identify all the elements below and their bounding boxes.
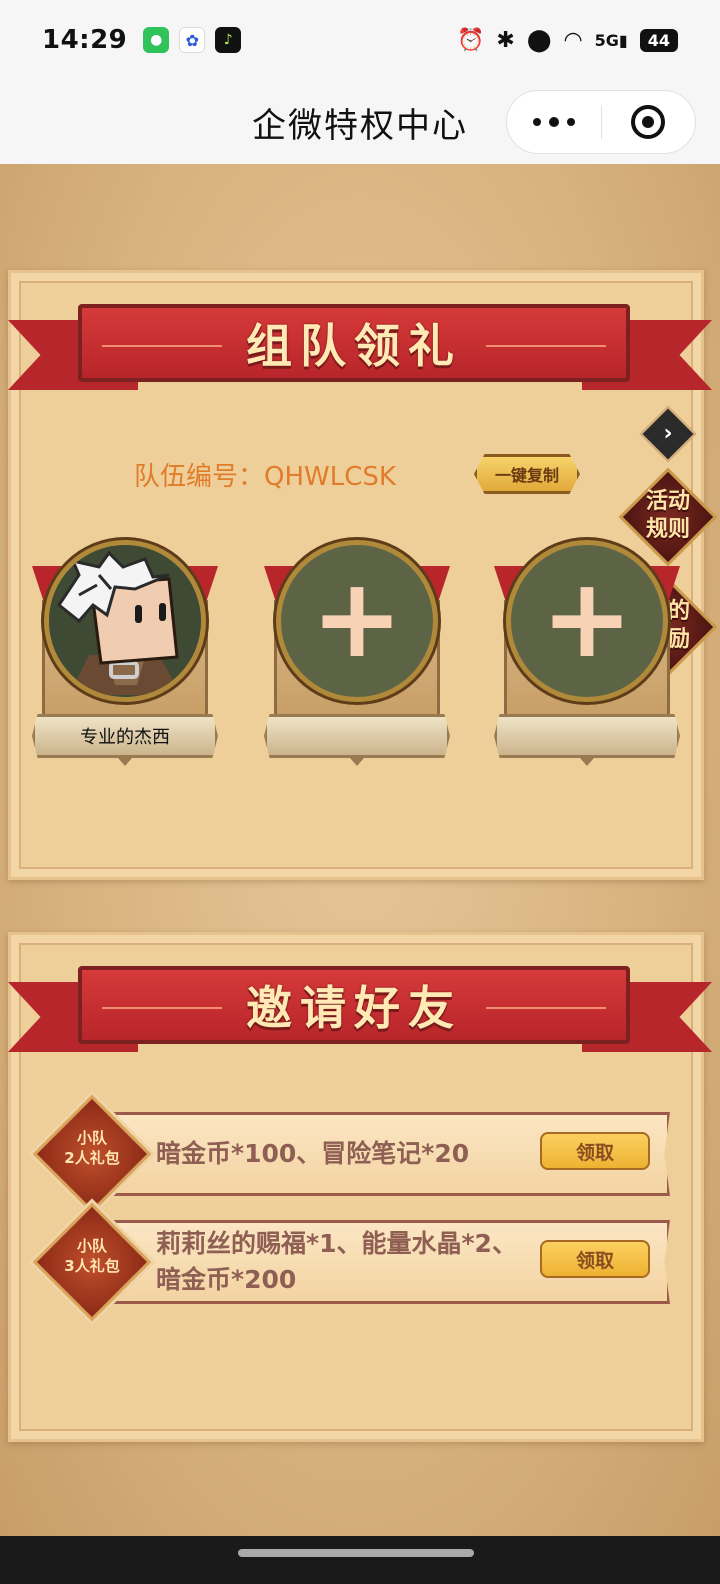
badge-text: 小队 3人礼包 <box>44 1236 140 1276</box>
close-button[interactable] <box>602 91 696 153</box>
music-icon: ♪ <box>215 27 242 53</box>
reward-row: 小队 2人礼包 暗金币*100、冒险笔记*20 领取 <box>32 1094 670 1214</box>
plate-tip <box>118 758 132 766</box>
dot-icon <box>532 118 541 126</box>
dot-icon <box>566 118 575 126</box>
reward-desc-line2: 暗金币*200 <box>156 1265 297 1294</box>
notification-icons: ● ✿ ♪ <box>143 27 242 53</box>
battery-icon: 44 <box>639 28 678 52</box>
activity-rules-label: 活动 规则 <box>625 488 711 544</box>
rules-line1: 活动 <box>645 489 690 514</box>
ribbon-ornament <box>486 345 606 347</box>
mini-program-nav: 企微特权中心 <box>0 80 720 164</box>
copy-team-id-button[interactable]: 一键复制 <box>474 454 580 494</box>
badge-line2: 3人礼包 <box>64 1257 120 1275</box>
badge-line2: 2人礼包 <box>64 1149 120 1167</box>
baidu-icon: ✿ <box>179 27 206 53</box>
system-icons: ⏰ ✱ ⬤ ◠ 5G▮ 44 <box>457 28 678 53</box>
target-close-icon <box>631 105 666 139</box>
reward-desc-line1: 莉莉丝的赐福*1、能量水晶*2、 <box>156 1229 517 1258</box>
badge-line1: 小队 <box>76 1237 107 1255</box>
team-section-title: 组队领礼 <box>246 319 462 373</box>
member-name-plate: 专业的杰西 <box>32 714 218 758</box>
claim-button[interactable]: 领取 <box>540 1132 650 1170</box>
avatar <box>44 540 206 702</box>
plus-icon: + <box>310 554 404 682</box>
wifi-icon: ◠ <box>563 27 583 53</box>
badge-line1: 小队 <box>76 1129 107 1147</box>
add-member-button[interactable]: + <box>276 540 438 702</box>
chevron-right-icon: › <box>663 421 673 446</box>
member-name: 专业的杰西 <box>80 727 170 748</box>
character-avatar-icon <box>49 545 201 697</box>
invite-section-title: 邀请好友 <box>246 981 462 1035</box>
signal-icon: 5G▮ <box>594 30 628 50</box>
add-member-button[interactable]: + <box>506 540 668 702</box>
ribbon-ornament <box>102 1007 222 1009</box>
team-id-label: 队伍编号：QHWLCSK <box>134 462 396 492</box>
more-button[interactable] <box>507 91 601 153</box>
reward-row: 小队 3人礼包 莉莉丝的赐福*1、能量水晶*2、 暗金币*200 领取 <box>32 1202 670 1322</box>
home-indicator[interactable] <box>238 1549 474 1557</box>
invite-member-slot[interactable]: + <box>492 540 682 770</box>
invite-ribbon: 邀请好友 <box>0 966 720 1066</box>
network-type: 5G <box>594 30 619 50</box>
plate-tip <box>580 758 594 766</box>
ribbon-ornament <box>486 1007 606 1009</box>
bluetooth-icon: ✱ <box>496 27 515 53</box>
clock: 14:29 <box>42 25 128 55</box>
capsule-menu <box>506 90 696 154</box>
member-name-plate <box>264 714 450 758</box>
ribbon-band: 邀请好友 <box>78 966 630 1044</box>
alarm-icon: ⏰ <box>456 27 485 53</box>
plus-icon: + <box>540 554 634 682</box>
location-icon: ⬤ <box>526 27 552 53</box>
claim-button[interactable]: 领取 <box>540 1240 650 1278</box>
badge-text: 小队 2人礼包 <box>44 1128 140 1168</box>
ribbon-ornament <box>102 345 222 347</box>
member-name-plate <box>494 714 680 758</box>
wechat-icon: ● <box>143 27 170 53</box>
rules-line2: 规则 <box>645 517 690 542</box>
plate-tip <box>350 758 364 766</box>
status-bar: 14:29 ● ✿ ♪ ⏰ ✱ ⬤ ◠ 5G▮ 44 <box>0 0 720 80</box>
invite-member-slot[interactable]: + <box>262 540 452 770</box>
system-nav-bar <box>0 1536 720 1584</box>
reward-description: 莉莉丝的赐福*1、能量水晶*2、 暗金币*200 <box>156 1226 517 1298</box>
dot-icon <box>548 117 559 127</box>
team-member-slot: 专业的杰西 <box>30 540 220 770</box>
team-ribbon: 组队领礼 <box>0 304 720 404</box>
ribbon-band: 组队领礼 <box>78 304 630 382</box>
reward-description: 暗金币*100、冒险笔记*20 <box>156 1139 470 1168</box>
